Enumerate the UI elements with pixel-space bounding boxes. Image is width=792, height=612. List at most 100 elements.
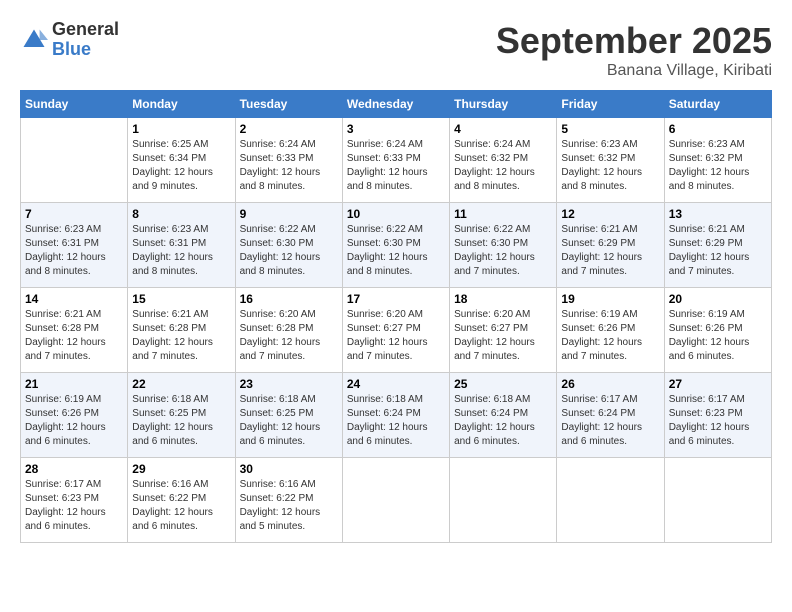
day-number: 11 <box>454 207 552 221</box>
calendar-cell: 27 Sunrise: 6:17 AM Sunset: 6:23 PM Dayli… <box>664 373 771 458</box>
calendar-cell: 21Sunrise: 6:19 AM Sunset: 6:26 PM Dayli… <box>21 373 128 458</box>
calendar-cell: 20 Sunrise: 6:19 AM Sunset: 6:26 PM Dayli… <box>664 288 771 373</box>
day-info: Sunrise: 6:20 AM Sunset: 6:27 PM Dayligh… <box>347 308 445 364</box>
logo-general: General <box>52 20 119 40</box>
day-info: Sunrise: 6:16 AM Sunset: 6:22 PM Dayligh… <box>240 478 338 534</box>
day-number: 23 <box>240 377 338 391</box>
day-number: 5 <box>561 122 659 136</box>
calendar-cell: 14 Sunrise: 6:21 AM Sunset: 6:28 PM Dayli… <box>21 288 128 373</box>
month-title: September 2025 <box>496 20 772 62</box>
day-info: Sunrise: 6:21 AM Sunset: 6:28 PM Dayligh… <box>25 308 123 364</box>
day-number: 22 <box>132 377 230 391</box>
calendar-week-row: 21Sunrise: 6:19 AM Sunset: 6:26 PM Dayli… <box>21 373 772 458</box>
calendar-header-thursday: Thursday <box>450 91 557 118</box>
day-info: Sunrise: 6:23 AM Sunset: 6:31 PM Dayligh… <box>25 223 123 279</box>
day-number: 8 <box>132 207 230 221</box>
day-info: Sunrise: 6:24 AM Sunset: 6:33 PM Dayligh… <box>347 138 445 194</box>
calendar-header-wednesday: Wednesday <box>342 91 449 118</box>
day-number: 9 <box>240 207 338 221</box>
day-number: 13 <box>669 207 767 221</box>
day-info: Sunrise: 6:21 AM Sunset: 6:28 PM Dayligh… <box>132 308 230 364</box>
logo: General Blue <box>20 20 119 60</box>
page-header: General Blue September 2025 Banana Villa… <box>20 20 772 80</box>
calendar-cell: 24 Sunrise: 6:18 AM Sunset: 6:24 PM Dayli… <box>342 373 449 458</box>
calendar-cell: 16 Sunrise: 6:20 AM Sunset: 6:28 PM Dayli… <box>235 288 342 373</box>
calendar-cell <box>664 458 771 543</box>
calendar-table: SundayMondayTuesdayWednesdayThursdayFrid… <box>20 90 772 543</box>
day-info: Sunrise: 6:25 AM Sunset: 6:34 PM Dayligh… <box>132 138 230 194</box>
calendar-cell: 22 Sunrise: 6:18 AM Sunset: 6:25 PM Dayli… <box>128 373 235 458</box>
calendar-cell <box>21 118 128 203</box>
logo-text: General Blue <box>52 20 119 60</box>
day-info: Sunrise: 6:18 AM Sunset: 6:25 PM Dayligh… <box>240 393 338 449</box>
calendar-cell: 6 Sunrise: 6:23 AM Sunset: 6:32 PM Daylig… <box>664 118 771 203</box>
day-number: 20 <box>669 292 767 306</box>
calendar-week-row: 28Sunrise: 6:17 AM Sunset: 6:23 PM Dayli… <box>21 458 772 543</box>
day-info: Sunrise: 6:20 AM Sunset: 6:28 PM Dayligh… <box>240 308 338 364</box>
calendar-week-row: 14 Sunrise: 6:21 AM Sunset: 6:28 PM Dayli… <box>21 288 772 373</box>
calendar-cell: 3 Sunrise: 6:24 AM Sunset: 6:33 PM Daylig… <box>342 118 449 203</box>
calendar-header-friday: Friday <box>557 91 664 118</box>
calendar-week-row: 7 Sunrise: 6:23 AM Sunset: 6:31 PM Daylig… <box>21 203 772 288</box>
day-number: 29 <box>132 462 230 476</box>
calendar-header-monday: Monday <box>128 91 235 118</box>
calendar-cell: 1Sunrise: 6:25 AM Sunset: 6:34 PM Daylig… <box>128 118 235 203</box>
day-info: Sunrise: 6:16 AM Sunset: 6:22 PM Dayligh… <box>132 478 230 534</box>
day-info: Sunrise: 6:24 AM Sunset: 6:33 PM Dayligh… <box>240 138 338 194</box>
calendar-cell <box>450 458 557 543</box>
day-info: Sunrise: 6:23 AM Sunset: 6:32 PM Dayligh… <box>669 138 767 194</box>
calendar-cell: 5Sunrise: 6:23 AM Sunset: 6:32 PM Daylig… <box>557 118 664 203</box>
location: Banana Village, Kiribati <box>496 62 772 80</box>
calendar-cell: 26 Sunrise: 6:17 AM Sunset: 6:24 PM Dayli… <box>557 373 664 458</box>
day-info: Sunrise: 6:22 AM Sunset: 6:30 PM Dayligh… <box>454 223 552 279</box>
calendar-header-sunday: Sunday <box>21 91 128 118</box>
title-block: September 2025 Banana Village, Kiribati <box>496 20 772 80</box>
day-number: 7 <box>25 207 123 221</box>
day-number: 27 <box>669 377 767 391</box>
calendar-cell: 13 Sunrise: 6:21 AM Sunset: 6:29 PM Dayli… <box>664 203 771 288</box>
calendar-cell: 19Sunrise: 6:19 AM Sunset: 6:26 PM Dayli… <box>557 288 664 373</box>
calendar-cell: 30 Sunrise: 6:16 AM Sunset: 6:22 PM Dayli… <box>235 458 342 543</box>
day-number: 26 <box>561 377 659 391</box>
day-info: Sunrise: 6:20 AM Sunset: 6:27 PM Dayligh… <box>454 308 552 364</box>
calendar-cell: 7 Sunrise: 6:23 AM Sunset: 6:31 PM Daylig… <box>21 203 128 288</box>
day-number: 16 <box>240 292 338 306</box>
calendar-week-row: 1Sunrise: 6:25 AM Sunset: 6:34 PM Daylig… <box>21 118 772 203</box>
day-number: 30 <box>240 462 338 476</box>
calendar-header-row: SundayMondayTuesdayWednesdayThursdayFrid… <box>21 91 772 118</box>
day-info: Sunrise: 6:18 AM Sunset: 6:25 PM Dayligh… <box>132 393 230 449</box>
day-number: 10 <box>347 207 445 221</box>
day-number: 2 <box>240 122 338 136</box>
day-info: Sunrise: 6:22 AM Sunset: 6:30 PM Dayligh… <box>240 223 338 279</box>
calendar-cell: 8 Sunrise: 6:23 AM Sunset: 6:31 PM Daylig… <box>128 203 235 288</box>
day-info: Sunrise: 6:21 AM Sunset: 6:29 PM Dayligh… <box>669 223 767 279</box>
calendar-cell: 10Sunrise: 6:22 AM Sunset: 6:30 PM Dayli… <box>342 203 449 288</box>
calendar-cell: 15 Sunrise: 6:21 AM Sunset: 6:28 PM Dayli… <box>128 288 235 373</box>
day-info: Sunrise: 6:17 AM Sunset: 6:24 PM Dayligh… <box>561 393 659 449</box>
day-number: 24 <box>347 377 445 391</box>
calendar-cell: 11 Sunrise: 6:22 AM Sunset: 6:30 PM Dayli… <box>450 203 557 288</box>
day-number: 28 <box>25 462 123 476</box>
day-info: Sunrise: 6:19 AM Sunset: 6:26 PM Dayligh… <box>669 308 767 364</box>
calendar-cell: 4Sunrise: 6:24 AM Sunset: 6:32 PM Daylig… <box>450 118 557 203</box>
day-number: 17 <box>347 292 445 306</box>
calendar-cell: 2 Sunrise: 6:24 AM Sunset: 6:33 PM Daylig… <box>235 118 342 203</box>
calendar-cell: 17 Sunrise: 6:20 AM Sunset: 6:27 PM Dayli… <box>342 288 449 373</box>
day-number: 15 <box>132 292 230 306</box>
day-info: Sunrise: 6:18 AM Sunset: 6:24 PM Dayligh… <box>347 393 445 449</box>
calendar-header-saturday: Saturday <box>664 91 771 118</box>
day-number: 14 <box>25 292 123 306</box>
day-number: 3 <box>347 122 445 136</box>
day-info: Sunrise: 6:24 AM Sunset: 6:32 PM Dayligh… <box>454 138 552 194</box>
calendar-cell: 9 Sunrise: 6:22 AM Sunset: 6:30 PM Daylig… <box>235 203 342 288</box>
day-info: Sunrise: 6:19 AM Sunset: 6:26 PM Dayligh… <box>561 308 659 364</box>
day-number: 12 <box>561 207 659 221</box>
calendar-cell: 25Sunrise: 6:18 AM Sunset: 6:24 PM Dayli… <box>450 373 557 458</box>
day-number: 18 <box>454 292 552 306</box>
logo-icon <box>20 26 48 54</box>
day-info: Sunrise: 6:23 AM Sunset: 6:31 PM Dayligh… <box>132 223 230 279</box>
calendar-header-tuesday: Tuesday <box>235 91 342 118</box>
day-info: Sunrise: 6:17 AM Sunset: 6:23 PM Dayligh… <box>669 393 767 449</box>
calendar-cell: 18 Sunrise: 6:20 AM Sunset: 6:27 PM Dayli… <box>450 288 557 373</box>
day-number: 6 <box>669 122 767 136</box>
